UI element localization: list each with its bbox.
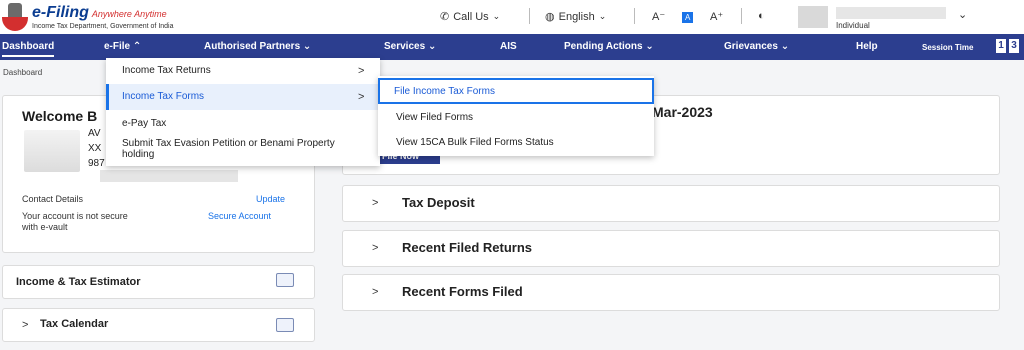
nav-services[interactable]: Services ⌄ xyxy=(384,41,436,52)
estimator-title: Income & Tax Estimator xyxy=(16,276,141,288)
menu-item-label: Submit Tax Evasion Petition or Benami Pr… xyxy=(122,138,335,160)
chevron-up-icon: ⌃ xyxy=(132,41,142,52)
tax-deposit-title: Tax Deposit xyxy=(402,195,475,210)
chevron-down-icon: ⌄ xyxy=(492,11,501,21)
profile-photo xyxy=(24,130,80,172)
avatar[interactable] xyxy=(798,6,828,28)
chevron-right-icon: > xyxy=(358,91,365,103)
nav-grievances[interactable]: Grievances ⌄ xyxy=(724,41,789,52)
nav-pending-actions[interactable]: Pending Actions ⌄ xyxy=(564,41,654,52)
secure-account-link[interactable]: Secure Account xyxy=(208,211,271,221)
header-divider xyxy=(529,8,530,24)
notice-text: Mar-2023 xyxy=(652,104,713,120)
forms-submenu: File Income Tax Forms View Filed Forms V… xyxy=(378,76,654,156)
menu-item-label: e-Pay Tax xyxy=(122,118,167,129)
globe-icon: ◍ xyxy=(545,11,555,23)
menu-view-15ca-bulk-status[interactable]: View 15CA Bulk Filed Forms Status xyxy=(378,131,654,155)
chevron-right-icon: > xyxy=(372,197,379,209)
main-navbar: Dashboard e-File ⌃ Authorised Partners ⌄… xyxy=(0,34,1024,60)
contrast-icon[interactable]: ◐ xyxy=(758,10,765,22)
font-increase-button[interactable]: A⁺ xyxy=(710,10,723,23)
efiling-logo[interactable]: e-Filing Anywhere Anytime Income Tax Depa… xyxy=(2,2,174,32)
chevron-right-icon: > xyxy=(372,242,379,254)
logo-tagline: Anywhere Anytime xyxy=(91,8,167,19)
efile-dropdown-menu: Income Tax Returns > Income Tax Forms > … xyxy=(106,58,380,166)
menu-view-filed-forms[interactable]: View Filed Forms xyxy=(378,106,654,130)
header-divider xyxy=(741,8,742,24)
contact-details-label: Contact Details xyxy=(22,194,84,204)
emblem-icon xyxy=(2,3,28,31)
nav-authorised-partners[interactable]: Authorised Partners ⌄ xyxy=(204,41,311,52)
language-label: English xyxy=(558,10,595,23)
calendar-icon xyxy=(276,318,294,332)
menu-income-tax-returns[interactable]: Income Tax Returns > xyxy=(106,58,380,84)
chevron-down-icon: ⌄ xyxy=(427,41,437,52)
chevron-down-icon: ⌄ xyxy=(645,41,654,52)
chevron-right-icon: > xyxy=(372,286,379,298)
tax-calendar-title: Tax Calendar xyxy=(40,318,109,330)
chevron-down-icon: ⌄ xyxy=(598,11,607,21)
font-decrease-button[interactable]: A⁻ xyxy=(652,10,665,23)
nav-services-label: Services xyxy=(384,41,426,52)
call-us-label: Call Us xyxy=(453,10,489,23)
breadcrumb[interactable]: Dashboard xyxy=(3,68,42,77)
chevron-down-icon: ⌄ xyxy=(302,41,312,52)
user-name-redacted xyxy=(836,7,946,19)
menu-tax-evasion-petition[interactable]: Submit Tax Evasion Petition or Benami Pr… xyxy=(106,138,380,166)
menu-income-tax-forms[interactable]: Income Tax Forms > xyxy=(106,84,380,110)
nav-dashboard[interactable]: Dashboard xyxy=(2,41,55,57)
nav-help[interactable]: Help xyxy=(856,41,878,52)
profile-name: AV xyxy=(88,128,101,139)
profile-pan: XX xyxy=(88,143,102,154)
menu-file-income-tax-forms[interactable]: File Income Tax Forms xyxy=(378,78,654,104)
user-menu-chevron-icon[interactable]: ⌄ xyxy=(958,8,967,21)
session-digit: 1 xyxy=(996,39,1006,53)
recent-forms-filed-title: Recent Forms Filed xyxy=(402,284,523,299)
chevron-right-icon: > xyxy=(22,319,29,331)
nav-authorised-partners-label: Authorised Partners xyxy=(204,41,301,52)
chevron-down-icon: ⌄ xyxy=(780,41,790,52)
update-link[interactable]: Update xyxy=(256,194,285,204)
evault-warning: Your account is not secure with e-vault xyxy=(22,211,128,232)
call-us-button[interactable]: ✆ Call Us ⌄ xyxy=(440,10,501,24)
top-header: e-Filing Anywhere Anytime Income Tax Depa… xyxy=(0,0,1024,34)
menu-epay-tax[interactable]: e-Pay Tax xyxy=(106,112,380,136)
nav-pending-actions-label: Pending Actions xyxy=(564,41,643,52)
user-role: Individual xyxy=(836,21,870,30)
calculator-icon xyxy=(276,273,294,287)
menu-item-label: Income Tax Forms xyxy=(122,91,205,102)
language-selector[interactable]: ◍ English ⌄ xyxy=(545,10,607,24)
font-normal-button[interactable]: A xyxy=(682,12,694,23)
recent-filed-returns-title: Recent Filed Returns xyxy=(402,240,533,255)
profile-phone: 987 xyxy=(88,158,105,169)
nav-efile-label: e-File xyxy=(104,41,131,52)
chevron-right-icon: > xyxy=(358,65,365,77)
session-time-label: Session Time xyxy=(922,43,974,52)
menu-item-label: Income Tax Returns xyxy=(122,65,211,76)
logo-subtitle: Income Tax Department, Government of Ind… xyxy=(32,22,174,30)
nav-grievances-label: Grievances xyxy=(724,41,778,52)
nav-efile[interactable]: e-File ⌃ xyxy=(104,41,141,52)
session-digit: 3 xyxy=(1009,39,1019,53)
logo-title: e-Filing xyxy=(32,3,89,21)
header-divider xyxy=(634,8,635,24)
nav-ais[interactable]: AIS xyxy=(500,41,517,52)
redacted-field xyxy=(100,170,238,182)
welcome-title: Welcome B xyxy=(22,108,98,124)
phone-icon: ✆ xyxy=(440,11,450,23)
